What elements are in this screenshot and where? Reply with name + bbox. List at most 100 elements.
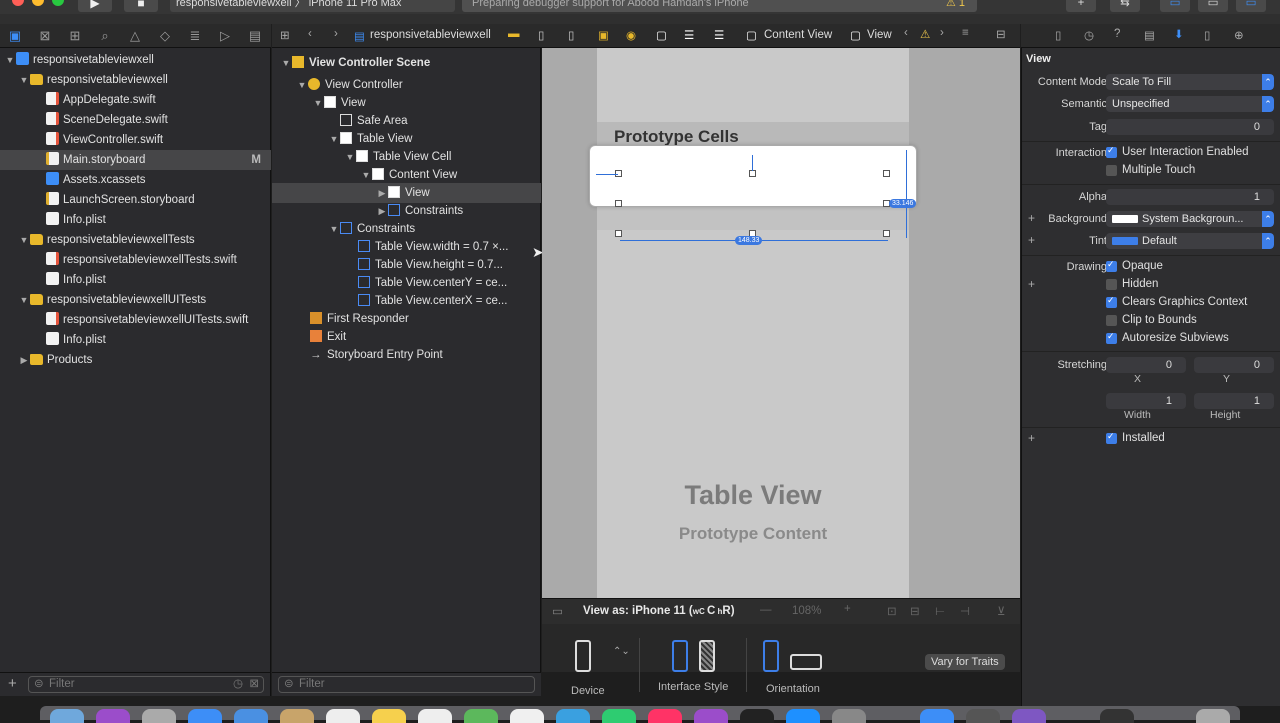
folder-icon[interactable]: ▬: [508, 28, 520, 40]
embed-icon[interactable]: ⊻: [997, 604, 1005, 618]
add-constraints-icon[interactable]: ⊢: [935, 604, 945, 618]
outline-constraint-item[interactable]: Table View.centerX = ce...: [358, 291, 507, 311]
installed-checkbox[interactable]: [1106, 431, 1117, 444]
issue-icon[interactable]: △: [120, 28, 150, 44]
semantic-popup[interactable]: Unspecified: [1106, 96, 1274, 112]
test-icon[interactable]: ◇: [150, 28, 180, 44]
outline-safe-area[interactable]: Safe Area: [340, 111, 408, 131]
xcode-icon[interactable]: [920, 709, 954, 723]
constraint-line[interactable]: [752, 155, 753, 171]
multiple-touch-checkbox[interactable]: [1106, 165, 1117, 176]
prev-issue-icon[interactable]: ‹: [904, 27, 908, 39]
nav-item-group[interactable]: ▶ Products: [18, 350, 92, 370]
calendar-icon[interactable]: [326, 709, 360, 723]
outline-table-view-cell[interactable]: ▼ Table View Cell: [344, 147, 451, 167]
safari-icon[interactable]: [188, 709, 222, 723]
outline-content-view[interactable]: ▼ Content View: [360, 165, 457, 185]
reminders-icon[interactable]: [418, 709, 452, 723]
nav-item-group[interactable]: ▼ responsivetableviewxellUITests: [18, 290, 206, 310]
add-variation-icon[interactable]: +: [1028, 233, 1035, 247]
folder-icon[interactable]: [1100, 709, 1134, 723]
nav-item-file[interactable]: Info.plist: [46, 210, 106, 230]
minimize-window-button[interactable]: [32, 0, 44, 6]
device-icon[interactable]: [575, 640, 591, 672]
notes-icon[interactable]: [372, 709, 406, 723]
zoom-in-icon[interactable]: +: [844, 603, 851, 615]
table-cell-icon[interactable]: ☰: [714, 28, 724, 42]
add-variation-icon[interactable]: +: [1028, 211, 1035, 225]
music-icon[interactable]: [648, 709, 682, 723]
storyboard-icon[interactable]: ▯: [568, 28, 574, 42]
history-inspector-icon[interactable]: ◷: [1084, 28, 1094, 42]
tv-icon[interactable]: [740, 709, 774, 723]
siri-icon[interactable]: [96, 709, 130, 723]
nav-item-file[interactable]: Info.plist: [46, 330, 106, 350]
disclosure-open-icon[interactable]: ▼: [360, 165, 372, 185]
resize-handle[interactable]: [615, 200, 622, 207]
disclosure-open-icon[interactable]: ▼: [18, 230, 30, 250]
find-icon[interactable]: ⌕: [90, 28, 120, 44]
recent-files-icon[interactable]: ◷: [233, 677, 243, 692]
disclosure-closed-icon[interactable]: ▶: [376, 201, 388, 221]
folder-navigator-icon[interactable]: ▣: [0, 28, 30, 44]
nav-item-group[interactable]: ▼ responsivetableviewxellTests: [18, 230, 195, 250]
dark-appearance-icon[interactable]: [699, 640, 715, 672]
breakpoint-icon[interactable]: ▷: [210, 28, 240, 44]
constraint-line[interactable]: [906, 150, 907, 238]
update-frames-icon[interactable]: ⊡: [887, 604, 897, 618]
grid-icon[interactable]: ⊞: [280, 28, 290, 42]
outline-filter-input[interactable]: ⊜ Filter: [278, 676, 535, 693]
toggle-navigator-button[interactable]: ▭: [1160, 0, 1190, 12]
outline-constraints[interactable]: ▶ Constraints: [376, 201, 463, 221]
disclosure-open-icon[interactable]: ▼: [344, 147, 356, 167]
outline-table-view[interactable]: ▼ Table View: [328, 129, 412, 149]
add-file-icon[interactable]: +: [8, 675, 17, 692]
navigator-filter-input[interactable]: ⊜ Filter ◷ ⊠: [28, 676, 264, 693]
stretch-width-field[interactable]: 1: [1106, 393, 1186, 409]
zoom-window-button[interactable]: [52, 0, 64, 6]
resize-handle[interactable]: [749, 170, 756, 177]
warning-icon[interactable]: ⚠ 1: [946, 0, 965, 10]
app-store-icon[interactable]: [786, 709, 820, 723]
tag-field[interactable]: 0: [1106, 119, 1274, 135]
forward-icon[interactable]: ›: [334, 28, 338, 40]
resize-handle[interactable]: [615, 230, 622, 237]
hierarchy-icon[interactable]: ⊞: [60, 28, 90, 44]
user-interaction-checkbox[interactable]: [1106, 145, 1117, 158]
outline-view[interactable]: ▼ View: [312, 93, 366, 113]
nav-item-file[interactable]: SceneDelegate.swift: [46, 110, 168, 130]
disclosure-open-icon[interactable]: ▼: [296, 75, 308, 95]
contacts-icon[interactable]: [280, 709, 314, 723]
help-inspector-icon[interactable]: ?: [1114, 28, 1120, 40]
nav-item-file[interactable]: responsivetableviewxellUITests.swift: [46, 310, 248, 330]
library-button[interactable]: +: [1066, 0, 1096, 12]
code-review-button[interactable]: ⇆: [1110, 0, 1140, 12]
clears-graphics-checkbox[interactable]: [1106, 295, 1117, 308]
hidden-checkbox[interactable]: [1106, 279, 1117, 290]
next-issue-icon[interactable]: ›: [940, 27, 944, 39]
photos-icon[interactable]: [510, 709, 544, 723]
portrait-icon[interactable]: [763, 640, 779, 672]
file-inspector-icon[interactable]: ▯: [1055, 28, 1061, 42]
tint-popup[interactable]: Default: [1106, 233, 1274, 249]
opaque-checkbox[interactable]: [1106, 259, 1117, 272]
trash-icon[interactable]: [1196, 709, 1230, 723]
toggle-debug-button[interactable]: ▭: [1198, 0, 1228, 12]
clip-to-bounds-checkbox[interactable]: [1106, 315, 1117, 326]
disclosure-open-icon[interactable]: ▼: [18, 70, 30, 90]
disclosure-open-icon[interactable]: ▼: [328, 129, 340, 149]
close-window-button[interactable]: [12, 0, 24, 6]
launchpad-icon[interactable]: [142, 709, 176, 723]
resize-handle[interactable]: [883, 230, 890, 237]
add-editor-icon[interactable]: ⊟: [996, 27, 1006, 41]
scheme-selector[interactable]: responsivetableviewxell 〉 iPhone 11 Pro …: [170, 0, 455, 12]
disclosure-open-icon[interactable]: ▼: [4, 50, 16, 70]
outline-constraint-item[interactable]: Table View.height = 0.7...: [358, 255, 503, 275]
disclosure-open-icon[interactable]: ▼: [280, 53, 292, 73]
system-preferences-icon[interactable]: [832, 709, 866, 723]
alpha-field[interactable]: 1: [1106, 189, 1274, 205]
report-icon[interactable]: ▤: [240, 28, 270, 44]
resolve-issues-icon[interactable]: ⊣: [960, 604, 970, 618]
outline-constraints[interactable]: ▼ Constraints: [328, 219, 415, 239]
outline-entry-point[interactable]: → Storyboard Entry Point: [310, 345, 443, 365]
